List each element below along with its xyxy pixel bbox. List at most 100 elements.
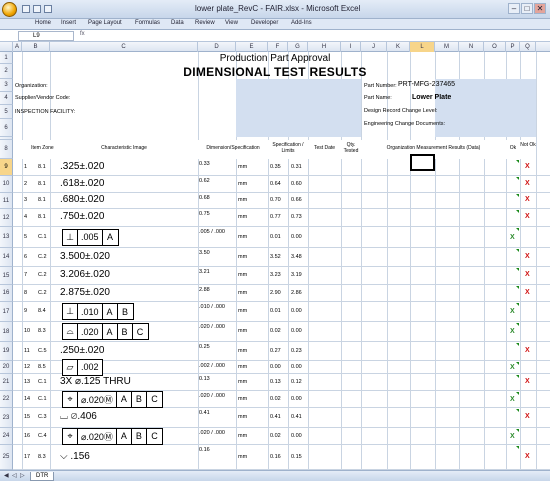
- row-header[interactable]: 9: [0, 159, 13, 176]
- characteristic-value: .750±.020: [60, 211, 105, 222]
- tab-developer[interactable]: Developer: [251, 20, 278, 26]
- column-header-d[interactable]: D: [198, 42, 236, 52]
- header-not-ok: Not Ok: [520, 142, 536, 148]
- row-header[interactable]: 14: [0, 248, 13, 267]
- item-number: 11: [24, 347, 30, 354]
- tab-add-ins[interactable]: Add-Ins: [291, 20, 312, 26]
- row-header[interactable]: 12: [0, 209, 13, 227]
- row-divider: [13, 226, 550, 227]
- dimension-value: 0.75: [199, 211, 210, 217]
- dimension-value: .005 / .000: [199, 229, 225, 235]
- column-header-q[interactable]: Q: [520, 42, 536, 52]
- column-header-j[interactable]: J: [361, 42, 387, 52]
- fx-icon[interactable]: fx: [80, 31, 85, 37]
- row-header[interactable]: 24: [0, 428, 13, 445]
- minimize-button[interactable]: –: [508, 3, 520, 14]
- row-header[interactable]: 6: [0, 119, 13, 137]
- redo-icon[interactable]: [44, 5, 52, 13]
- column-header-b[interactable]: B: [22, 42, 50, 52]
- first-sheet-icon[interactable]: ◀: [4, 472, 9, 479]
- column-header-g[interactable]: G: [288, 42, 308, 52]
- row-divider: [13, 301, 550, 302]
- office-button-icon[interactable]: [2, 2, 17, 17]
- column-headers: A B C D E F G H I J K L M N O P Q: [0, 42, 550, 52]
- item-number: 14: [24, 395, 31, 402]
- row-divider: [13, 266, 550, 267]
- column-header-a[interactable]: A: [13, 42, 22, 52]
- row-header[interactable]: 17: [0, 302, 13, 322]
- zone-value: 8.5: [38, 363, 46, 370]
- row-header[interactable]: 8: [0, 140, 13, 159]
- column-header-k[interactable]: K: [387, 42, 410, 52]
- row-header[interactable]: 2: [0, 64, 13, 79]
- tab-insert[interactable]: Insert: [61, 20, 76, 26]
- dimension-value: .010 / .000: [199, 304, 225, 310]
- tab-review[interactable]: Review: [195, 20, 215, 26]
- column-header-h[interactable]: H: [308, 42, 341, 52]
- name-box[interactable]: L9: [18, 31, 74, 41]
- row-header[interactable]: 25: [0, 445, 13, 470]
- spec-lower: 3.52: [270, 253, 281, 260]
- fcf-cell: ⊥: [63, 304, 78, 319]
- select-all-corner[interactable]: [0, 42, 13, 52]
- fcf-cell: .010: [78, 304, 103, 319]
- row-divider: [13, 247, 550, 248]
- column-header-f[interactable]: F: [268, 42, 288, 52]
- column-header-c[interactable]: C: [50, 42, 198, 52]
- not-ok-mark: X: [525, 413, 530, 420]
- row-header[interactable]: 23: [0, 408, 13, 428]
- header-ok: Ok: [509, 145, 517, 151]
- row-header[interactable]: 11: [0, 193, 13, 209]
- active-cell[interactable]: [410, 154, 435, 171]
- next-sheet-icon[interactable]: ▷: [20, 472, 25, 479]
- zone-value: 8.3: [38, 453, 46, 460]
- undo-icon[interactable]: [33, 5, 41, 13]
- column-header-o[interactable]: O: [484, 42, 506, 52]
- row-header[interactable]: 15: [0, 267, 13, 285]
- row-header[interactable]: 19: [0, 342, 13, 361]
- spec-lower: 0.64: [270, 180, 281, 187]
- row-header[interactable]: 10: [0, 176, 13, 193]
- fcf-cell: B: [132, 391, 147, 407]
- close-button[interactable]: ✕: [534, 3, 546, 14]
- spec-upper: 3.19: [291, 272, 302, 278]
- tab-data[interactable]: Data: [171, 20, 184, 26]
- row-header[interactable]: 18: [0, 322, 13, 342]
- tab-page-layout[interactable]: Page Layout: [88, 20, 122, 26]
- row-header[interactable]: 1: [0, 52, 13, 64]
- not-ok-mark: X: [525, 179, 530, 187]
- row-header[interactable]: 22: [0, 391, 13, 408]
- save-icon[interactable]: [22, 5, 30, 13]
- item-number: 6: [24, 253, 28, 260]
- zone-value: 8.1: [38, 197, 46, 203]
- spec-lower: 0.01: [270, 308, 281, 314]
- row-header[interactable]: 5: [0, 105, 13, 119]
- worksheet-grid[interactable]: 1 2 3 4 5 6 7 8 9 10 11 12 13 14 15 16 1…: [0, 52, 550, 470]
- tab-home[interactable]: Home: [35, 20, 51, 26]
- row-header[interactable]: 16: [0, 285, 13, 302]
- tab-view[interactable]: View: [225, 20, 238, 26]
- maximize-button[interactable]: □: [521, 3, 533, 14]
- comment-indicator: [516, 160, 519, 163]
- row-header[interactable]: 13: [0, 227, 13, 248]
- not-ok-mark: X: [525, 288, 530, 296]
- unit-value: mm: [238, 289, 248, 296]
- column-header-i[interactable]: I: [341, 42, 361, 52]
- column-header-l[interactable]: L: [410, 42, 435, 52]
- sheet-tab-dtr[interactable]: DTR: [30, 472, 55, 481]
- row-divider: [13, 284, 550, 285]
- column-header-m[interactable]: M: [435, 42, 459, 52]
- row-header[interactable]: 20: [0, 361, 13, 374]
- column-header-n[interactable]: N: [459, 42, 484, 52]
- item-number: 12: [24, 363, 31, 370]
- column-header-p[interactable]: P: [506, 42, 520, 52]
- unit-value: mm: [238, 432, 248, 439]
- row-header[interactable]: 3: [0, 79, 13, 92]
- prev-sheet-icon[interactable]: ◁: [12, 472, 17, 479]
- characteristic-value: 3X ⌀.125 THRU: [60, 375, 131, 387]
- column-header-e[interactable]: E: [236, 42, 268, 52]
- tab-formulas[interactable]: Formulas: [135, 20, 160, 26]
- row-header[interactable]: 21: [0, 374, 13, 391]
- feature-control-frame: ⌖ ⌀.020Ⓜ A B C: [62, 390, 163, 408]
- row-header[interactable]: 4: [0, 92, 13, 105]
